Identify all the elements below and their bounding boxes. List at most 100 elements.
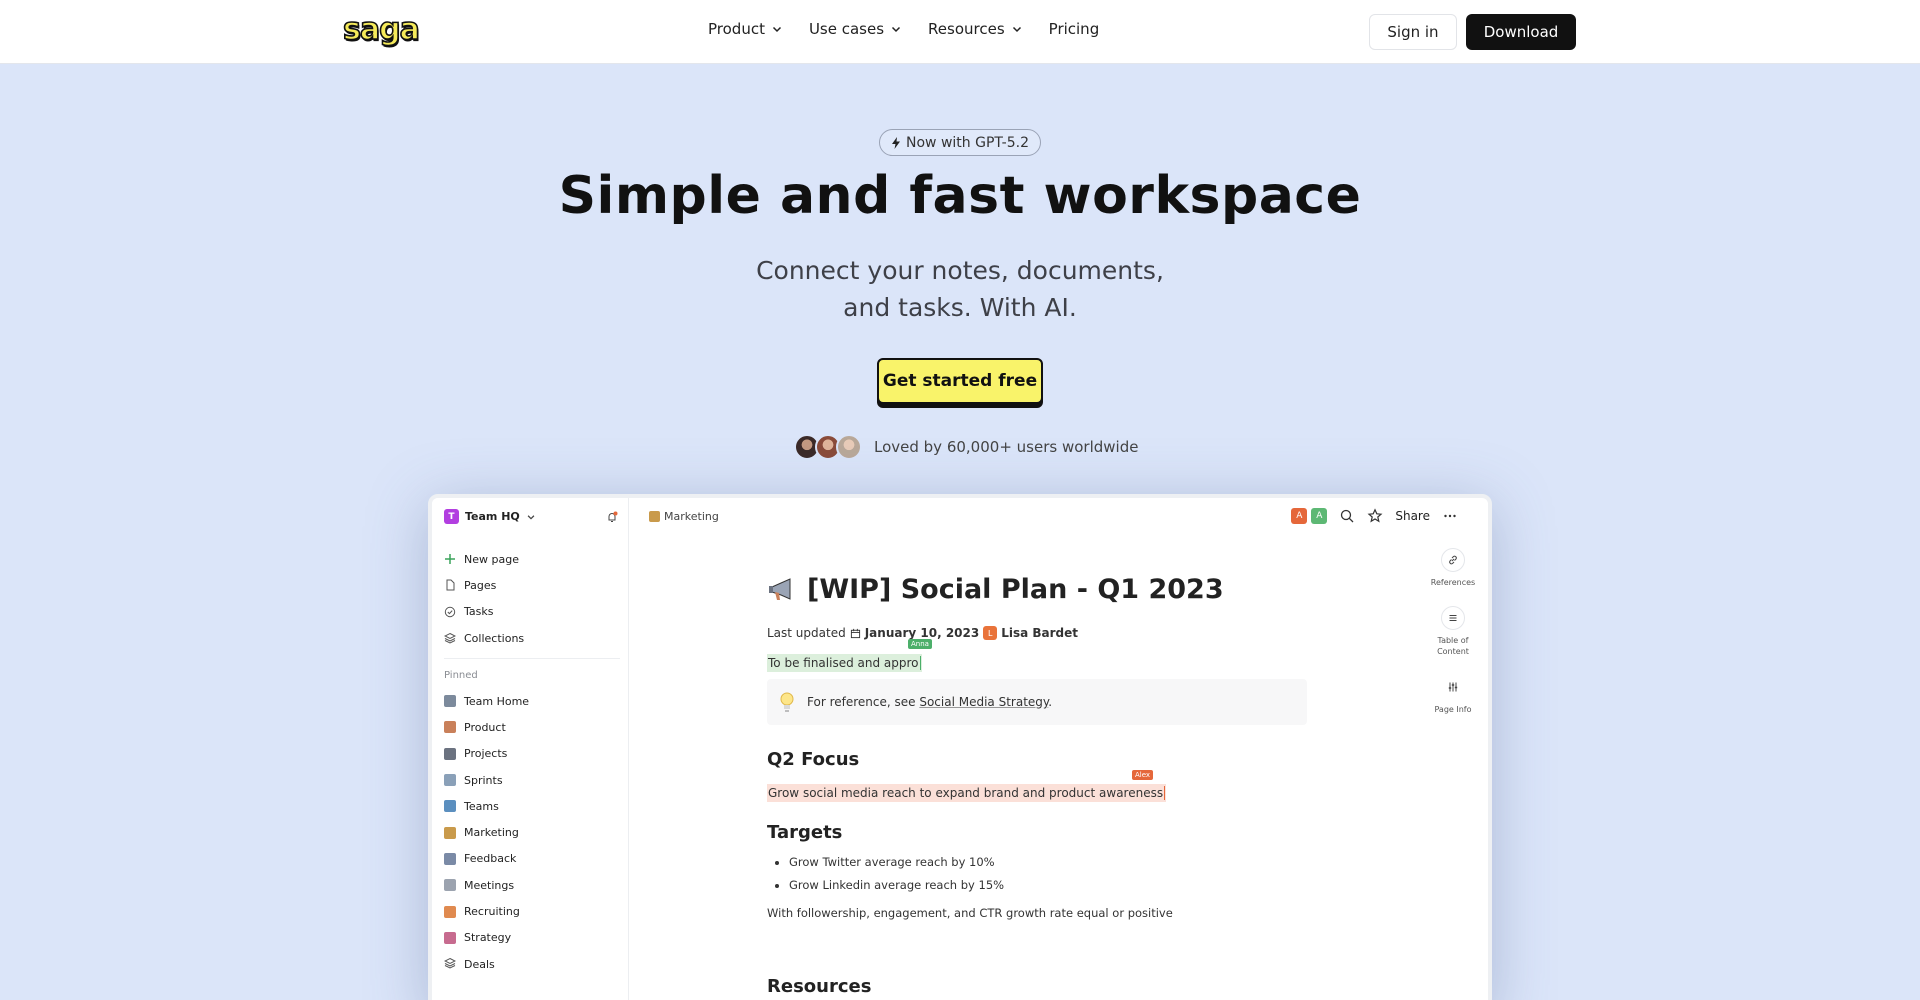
nav-use-cases-label: Use cases [808, 20, 885, 38]
sidebar-item-feedback[interactable]: Feedback [444, 846, 620, 872]
goal-line[interactable]: Grow social media reach to expand brand … [767, 784, 1167, 802]
sidebar-item-tasks[interactable]: Tasks [444, 599, 620, 625]
sidebar-item-label: Recruiting [464, 905, 520, 919]
marketing-icon [444, 826, 456, 839]
sidebar-item-projects[interactable]: Projects [444, 741, 620, 767]
nav-pricing[interactable]: Pricing [1049, 20, 1100, 38]
sidebar-item-sprints[interactable]: Sprints [444, 767, 620, 793]
sidebar-item-marketing[interactable]: Marketing [444, 819, 620, 845]
list-item[interactable]: Grow Linkedin average reach by 15% [789, 878, 1004, 892]
heading-q2-focus[interactable]: Q2 Focus [767, 749, 859, 770]
sidebar-item-label: Feedback [464, 852, 517, 866]
rail-toc[interactable]: Table of Content [1428, 606, 1478, 657]
feedback-icon [444, 852, 456, 865]
sidebar-item-pages[interactable]: Pages [444, 572, 620, 598]
avatar [836, 434, 862, 460]
gpt-badge[interactable]: Now with GPT-5.2 [879, 129, 1041, 156]
page-title-text: [WIP] Social Plan - Q1 2023 [807, 574, 1224, 605]
megaphone-icon [769, 577, 791, 600]
social-media-strategy-link[interactable]: Social Media Strategy [919, 695, 1048, 709]
rail-references[interactable]: References [1428, 548, 1478, 588]
more-icon[interactable] [1442, 508, 1458, 524]
product-icon [444, 721, 456, 734]
goal-text: Grow social media reach to expand brand … [768, 786, 1164, 800]
sidebar-main-list: New page Pages Tasks Collections [444, 546, 620, 651]
rail-label: Table of Content [1437, 636, 1469, 656]
teams-icon [444, 800, 456, 813]
page-title[interactable]: [WIP] Social Plan - Q1 2023 [767, 574, 1224, 605]
link-icon [1441, 548, 1465, 572]
chevron-down-icon [527, 514, 535, 520]
social-proof: Loved by 60,000+ users worldwide [794, 434, 1138, 460]
download-button[interactable]: Download [1466, 14, 1576, 50]
meta-author: Lisa Bardet [1001, 626, 1079, 640]
plus-icon [444, 553, 456, 565]
recruiting-icon [444, 905, 456, 918]
page-toolbar: A A Share [1291, 508, 1458, 524]
nav-pricing-label: Pricing [1048, 20, 1100, 38]
sidebar-item-label: New page [464, 552, 519, 566]
meta-prefix: Last updated [767, 626, 846, 640]
app-preview: T Team HQ New page Pages Tasks Collectio… [428, 494, 1492, 1000]
rail-page-info[interactable]: Page Info [1428, 675, 1478, 715]
get-started-button[interactable]: Get started free [877, 358, 1043, 404]
pinned-list: Team Home Product Projects Sprints Teams… [443, 688, 620, 977]
user-avatars [794, 434, 862, 460]
hero-title: Simple and fast workspace [558, 166, 1362, 226]
sidebar-item-label: Meetings [464, 878, 515, 892]
sidebar-item-recruiting[interactable]: Recruiting [444, 898, 620, 924]
layers-icon [443, 957, 457, 972]
search-icon[interactable] [1339, 508, 1355, 524]
sidebar-item-new-page[interactable]: New page [444, 546, 620, 572]
list-item[interactable]: Grow Twitter average reach by 10% [789, 855, 1004, 869]
heading-resources[interactable]: Resources [767, 976, 871, 997]
sliders-icon [1441, 675, 1465, 699]
targets-note[interactable]: With followership, engagement, and CTR g… [767, 906, 1173, 920]
wip-text: To be finalised and appro [768, 656, 919, 670]
top-nav: saga Product Use cases Resources Pricing… [0, 0, 1920, 64]
heading-targets[interactable]: Targets [767, 822, 842, 843]
list-icon [1441, 606, 1465, 630]
wip-line[interactable]: To be finalised and appro [767, 654, 922, 672]
sidebar-item-label: Deals [464, 957, 495, 971]
notification-bell-icon[interactable] [606, 511, 618, 523]
calendar-icon [850, 628, 860, 638]
star-icon[interactable] [1367, 508, 1383, 524]
meta-date: January 10, 2023 [864, 626, 980, 640]
sidebar-item-team-home[interactable]: Team Home [444, 688, 620, 714]
sidebar-item-product[interactable]: Product [444, 714, 620, 740]
sidebar-item-label: Sprints [464, 773, 503, 787]
saga-logo[interactable]: saga [342, 11, 420, 48]
chevron-down-icon [772, 26, 781, 33]
sign-in-button[interactable]: Sign in [1369, 14, 1457, 50]
nav-product[interactable]: Product [708, 20, 783, 38]
sidebar-item-label: Tasks [464, 605, 494, 619]
callout-prefix: For reference, see [807, 695, 916, 709]
sidebar-item-meetings[interactable]: Meetings [444, 872, 620, 898]
workspace-switcher[interactable]: T Team HQ [444, 509, 536, 524]
check-circle-icon [444, 606, 456, 618]
nav-resources[interactable]: Resources [928, 20, 1023, 38]
sidebar-item-label: Strategy [464, 931, 512, 945]
workspace-name: Team HQ [465, 510, 520, 523]
targets-list: Grow Twitter average reach by 10% Grow L… [789, 855, 1004, 901]
breadcrumb-label: Marketing [664, 510, 719, 523]
rail-label: References [1430, 578, 1476, 587]
callout-block[interactable]: For reference, see Social Media Strategy… [767, 679, 1307, 725]
avatar[interactable]: A [1311, 508, 1328, 524]
sidebar-item-label: Teams [464, 799, 499, 813]
breadcrumb[interactable]: Marketing [644, 508, 724, 525]
sidebar-item-teams[interactable]: Teams [444, 793, 620, 819]
sidebar-item-deals[interactable]: Deals [443, 951, 620, 977]
sidebar-item-label: Marketing [464, 826, 519, 840]
sidebar-item-collections[interactable]: Collections [444, 625, 620, 651]
share-button[interactable]: Share [1395, 509, 1430, 523]
alex-cursor [1164, 786, 1166, 800]
pinned-heading: Pinned [444, 670, 478, 681]
sidebar-item-strategy[interactable]: Strategy [444, 925, 620, 951]
avatar[interactable]: A [1291, 508, 1308, 524]
callout-text: For reference, see Social Media Strategy… [807, 695, 1052, 709]
nav-use-cases[interactable]: Use cases [809, 20, 902, 38]
sidebar-divider [444, 658, 620, 659]
sidebar-item-label: Team Home [464, 694, 530, 708]
